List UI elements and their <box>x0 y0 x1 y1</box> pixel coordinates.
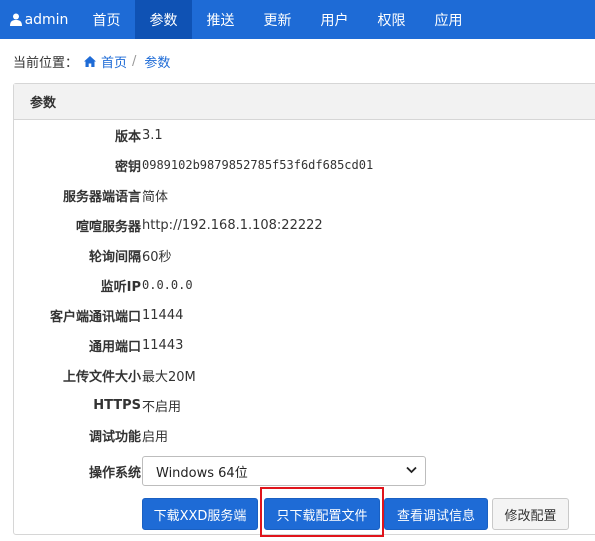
home-icon <box>84 55 97 67</box>
breadcrumb-home-link[interactable]: 首页 <box>84 52 127 71</box>
param-value: 0.0.0.0 <box>142 278 193 292</box>
edit-config-button[interactable]: 修改配置 <box>492 498 569 530</box>
param-value: 11443 <box>142 337 184 353</box>
param-value: 不启用 <box>142 399 182 415</box>
param-label: 上传文件大小 <box>62 369 141 385</box>
param-row-version: 版本 3.1 <box>14 124 595 146</box>
param-value: 60秒 <box>142 249 172 265</box>
param-value: 启用 <box>142 429 169 445</box>
os-select[interactable]: Windows 64位 <box>142 456 426 486</box>
os-label: 操作系统 <box>88 465 141 481</box>
breadcrumb-separator: / <box>132 53 137 69</box>
param-row-common-port: 通用端口 11443 <box>14 334 595 356</box>
nav-item-push[interactable]: 推送 <box>192 0 249 39</box>
param-row-poll-interval: 轮询间隔 60秒 <box>14 244 595 266</box>
param-row-server: 喧喧服务器 http://192.168.1.108:22222 <box>14 214 595 236</box>
param-label: 监听IP <box>100 279 141 295</box>
nav-item-permissions[interactable]: 权限 <box>363 0 420 39</box>
param-value: 简体 <box>142 189 169 205</box>
param-value: 11444 <box>142 307 184 323</box>
param-row-debug: 调试功能 启用 <box>14 424 595 446</box>
param-row-upload-size: 上传文件大小 最大20M <box>14 364 595 386</box>
param-row-key: 密钥 0989102b9879852785f53f6df685cd01 <box>14 154 595 176</box>
breadcrumb-prefix: 当前位置： <box>13 55 79 71</box>
param-row-language: 服务器端语言 简体 <box>14 184 595 206</box>
download-config-button[interactable]: 只下载配置文件 <box>264 498 380 530</box>
param-label: 密钥 <box>114 159 141 175</box>
nav-item-params[interactable]: 参数 <box>135 0 192 39</box>
param-label: 喧喧服务器 <box>75 219 141 235</box>
panel-title: 参数 <box>14 84 595 120</box>
params-panel: 参数 版本 3.1 密钥 0989102b9879852785f53f6df68… <box>13 83 595 537</box>
top-navbar: admin 首页 参数 推送 更新 用户 权限 应用 <box>0 0 595 39</box>
nav-item-update[interactable]: 更新 <box>249 0 306 39</box>
breadcrumb-home-label: 首页 <box>101 55 128 71</box>
param-label: 通用端口 <box>88 339 141 355</box>
breadcrumb: 当前位置： 首页 / 参数 <box>13 52 170 71</box>
param-label: 版本 <box>114 129 141 145</box>
download-server-button[interactable]: 下载XXD服务端 <box>142 498 258 530</box>
param-label: HTTPS <box>93 397 141 413</box>
username: admin <box>24 11 69 28</box>
param-row-https: HTTPS 不启用 <box>14 394 595 416</box>
param-value: http://192.168.1.108:22222 <box>142 217 323 233</box>
user-icon <box>9 13 22 26</box>
param-value: 最大20M <box>142 369 196 385</box>
nav-item-home[interactable]: 首页 <box>78 0 135 39</box>
param-row-listen-ip: 监听IP 0.0.0.0 <box>14 274 595 296</box>
user-menu[interactable]: admin <box>0 0 78 39</box>
param-label: 调试功能 <box>88 429 141 445</box>
param-value: 0989102b9879852785f53f6df685cd01 <box>142 158 374 172</box>
param-row-client-port: 客户端通讯端口 11444 <box>14 304 595 326</box>
nav-item-users[interactable]: 用户 <box>306 0 363 39</box>
nav-item-apps[interactable]: 应用 <box>420 0 477 39</box>
param-label: 服务器端语言 <box>62 189 141 205</box>
view-debug-button[interactable]: 查看调试信息 <box>384 498 488 530</box>
param-label: 客户端通讯端口 <box>49 309 141 325</box>
param-label: 轮询间隔 <box>88 249 141 265</box>
os-select-value: Windows 64位 <box>156 465 248 481</box>
breadcrumb-current[interactable]: 参数 <box>144 52 170 71</box>
param-value: 3.1 <box>142 127 163 143</box>
chevron-down-icon <box>406 466 417 474</box>
